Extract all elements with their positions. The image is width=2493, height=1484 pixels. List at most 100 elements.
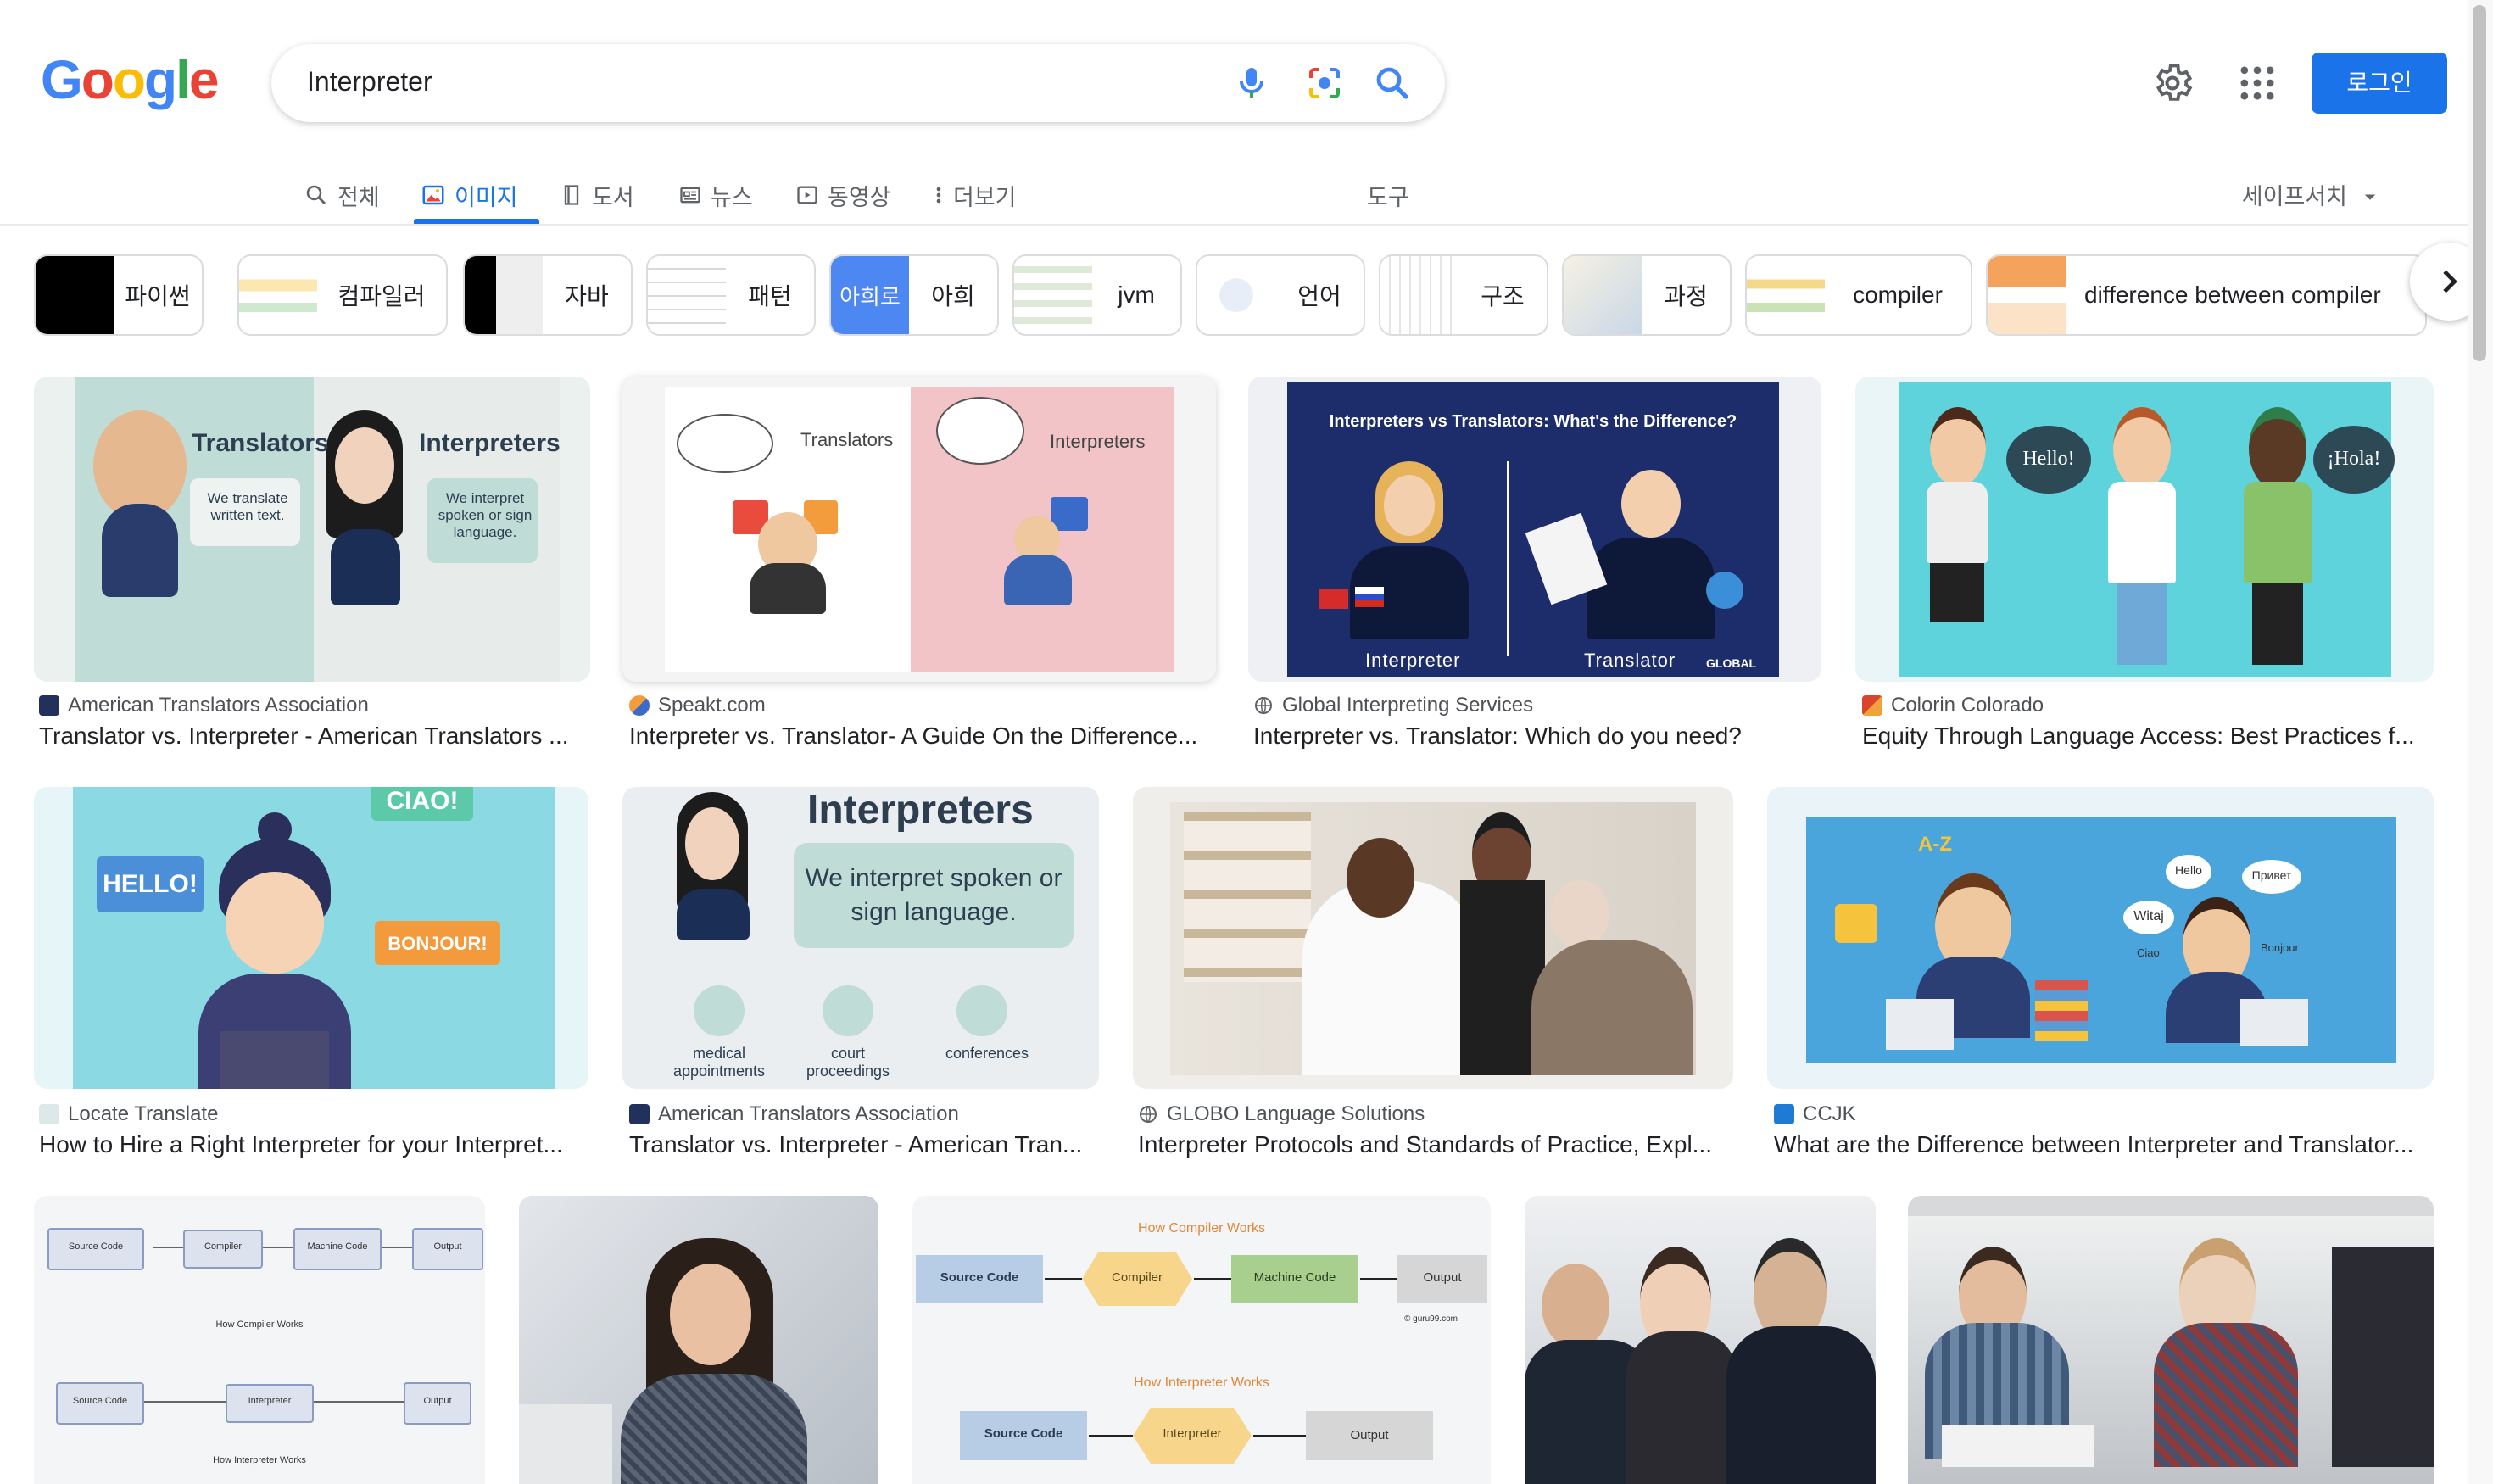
result-image-ata-translators[interactable]: Translators We translate written text. I… <box>34 377 590 682</box>
result-source[interactable]: Global Interpreting Services <box>1253 694 1533 717</box>
chip-jvm[interactable]: jvm <box>1012 254 1182 336</box>
result-image-group-meeting[interactable] <box>1908 1196 2434 1484</box>
result-source[interactable]: Speakt.com <box>629 694 766 717</box>
flag <box>1319 589 1348 609</box>
flag <box>1355 587 1384 607</box>
microphone-icon <box>956 985 1007 1036</box>
caret-down-icon <box>2364 194 2376 200</box>
result-title[interactable]: Translator vs. Interpreter - American Tr… <box>629 1131 1096 1158</box>
chip-thumbnail <box>1988 256 2066 334</box>
laptop <box>1886 999 1954 1050</box>
person-skirt <box>1930 563 1984 622</box>
result-title[interactable]: Interpreter vs. Translator: Which do you… <box>1253 722 1821 750</box>
chip-java[interactable]: 자바 <box>463 254 633 336</box>
safesearch-dropdown[interactable]: 세이프서치 <box>2242 170 2383 224</box>
chip-difference-between-compiler[interactable]: difference between compiler <box>1986 254 2427 336</box>
image-text: We interpret spoken or sign language. <box>438 490 533 540</box>
image-text: Compiler <box>204 1241 242 1252</box>
result-image-locate-translate[interactable]: HELLO! CIAO! BONJOUR! <box>34 787 588 1089</box>
result-image-compiler-diagram[interactable]: Source Code Compiler Machine Code Output… <box>34 1196 485 1484</box>
tab-all[interactable]: 전체 <box>304 168 380 222</box>
chip-python[interactable]: 파이썬 <box>34 254 204 336</box>
tab-images[interactable]: 이미지 <box>421 168 518 222</box>
image-text: Translators <box>800 429 894 450</box>
image-text: How Interpreter Works <box>1134 1375 1269 1390</box>
safesearch-label: 세이프서치 <box>2241 184 2347 209</box>
source-name: Global Interpreting Services <box>1282 694 1534 717</box>
tools-button[interactable]: 도구 <box>1367 168 1409 222</box>
result-source[interactable]: CCJK <box>1774 1102 1856 1126</box>
image-text: ¡Hola! <box>2327 448 2381 470</box>
result-image-headset-interpreter[interactable] <box>519 1196 878 1484</box>
bookshelf <box>1184 812 1311 982</box>
result-image-global[interactable]: Interpreters vs Translators: What's the … <box>1248 377 1821 682</box>
person-body <box>2332 1247 2434 1467</box>
result-title[interactable]: Translator vs. Interpreter - American Tr… <box>39 722 590 750</box>
chip-process[interactable]: 과정 <box>1562 254 1732 336</box>
arrow <box>1360 1278 1397 1280</box>
apps-grid-icon[interactable] <box>2235 61 2279 105</box>
result-title[interactable]: Interpreter Protocols and Standards of P… <box>1138 1131 1732 1158</box>
arrow <box>1194 1278 1231 1280</box>
image-text: BONJOUR! <box>388 933 488 954</box>
result-source[interactable]: GLOBO Language Solutions <box>1138 1102 1425 1126</box>
search-input[interactable]: Interpreter <box>307 66 432 98</box>
chip-aheui[interactable]: 아희로 아희 <box>829 254 999 336</box>
chip-label: 언어 <box>1297 283 1341 310</box>
chip-compiler-en[interactable]: compiler <box>1745 254 1972 336</box>
chip-thumbnail <box>465 256 543 334</box>
result-source[interactable]: American Translators Association <box>39 694 369 717</box>
result-title[interactable]: Interpreter vs. Translator- A Guide On t… <box>629 722 1214 750</box>
chip-pattern[interactable]: 패턴 <box>646 254 816 336</box>
tab-news[interactable]: 뉴스 <box>678 168 753 222</box>
google-logo[interactable]: Google <box>41 53 219 107</box>
page-scrollbar-thumb[interactable] <box>2473 5 2486 361</box>
result-image-globo[interactable] <box>1133 787 1733 1089</box>
person-face <box>1542 1264 1609 1348</box>
result-source[interactable]: Locate Translate <box>39 1102 218 1126</box>
arrow <box>263 1247 293 1248</box>
result-title[interactable]: How to Hire a Right Interpreter for your… <box>39 1131 590 1158</box>
chip-structure[interactable]: 구조 <box>1379 254 1548 336</box>
login-button[interactable]: 로그인 <box>2312 53 2447 114</box>
settings-gear-icon[interactable] <box>2150 61 2195 105</box>
lens-icon[interactable] <box>1304 63 1345 103</box>
image-text: Source Code <box>72 1396 128 1406</box>
favicon <box>39 1104 59 1124</box>
tab-label: 이미지 <box>455 184 518 210</box>
result-image-ccjk[interactable]: A-Z Hello Привет Witaj Ciao Bonjour <box>1767 787 2434 1089</box>
result-source[interactable]: American Translators Association <box>629 1102 959 1126</box>
image-text: medical appointments <box>672 1045 766 1080</box>
image-text: Source Code <box>68 1241 124 1252</box>
chip-language[interactable]: 언어 <box>1196 254 1365 336</box>
result-title[interactable]: What are the Difference between Interpre… <box>1774 1131 2427 1158</box>
result-source[interactable]: Colorin Colorado <box>1862 694 2044 717</box>
chip-label: 파이썬 <box>125 283 191 310</box>
source-name: GLOBO Language Solutions <box>1167 1102 1425 1125</box>
result-image-speakt[interactable]: Translators Interpreters <box>622 377 1216 682</box>
search-box[interactable]: Interpreter <box>271 44 1445 122</box>
tab-books[interactable]: 도서 <box>560 168 634 222</box>
arrow <box>144 1401 226 1403</box>
image-text: Interpreters <box>1050 431 1146 452</box>
chip-label: 패턴 <box>748 283 792 310</box>
microphone-icon[interactable] <box>1231 63 1272 103</box>
result-image-ata-interpreters[interactable]: Interpreters We interpret spoken or sign… <box>622 787 1099 1089</box>
result-image-business-handshake[interactable] <box>1525 1196 1876 1484</box>
gavel-icon <box>823 985 873 1036</box>
chip-compiler-ko[interactable]: 컴파일러 <box>237 254 448 336</box>
tab-more[interactable]: 더보기 <box>933 168 1017 222</box>
image-text: Interpreter <box>1163 1426 1222 1441</box>
image-text: Machine Code <box>307 1241 368 1252</box>
chip-label: 자바 <box>565 283 609 310</box>
image-text: court proceedings <box>806 1045 890 1080</box>
result-image-guru99[interactable]: How Compiler Works Source Code Compiler … <box>912 1196 1491 1484</box>
tab-videos[interactable]: 동영상 <box>795 168 891 222</box>
woman-shirt <box>621 1374 807 1484</box>
result-title[interactable]: Equity Through Language Access: Best Pra… <box>1862 722 2435 750</box>
search-icon[interactable] <box>1372 63 1413 103</box>
video-icon <box>797 186 817 204</box>
result-image-colorin[interactable]: Hello! ¡Hola! <box>1855 377 2434 682</box>
image-text: Source Code <box>984 1426 1063 1441</box>
chip-thumbnail <box>36 256 114 334</box>
